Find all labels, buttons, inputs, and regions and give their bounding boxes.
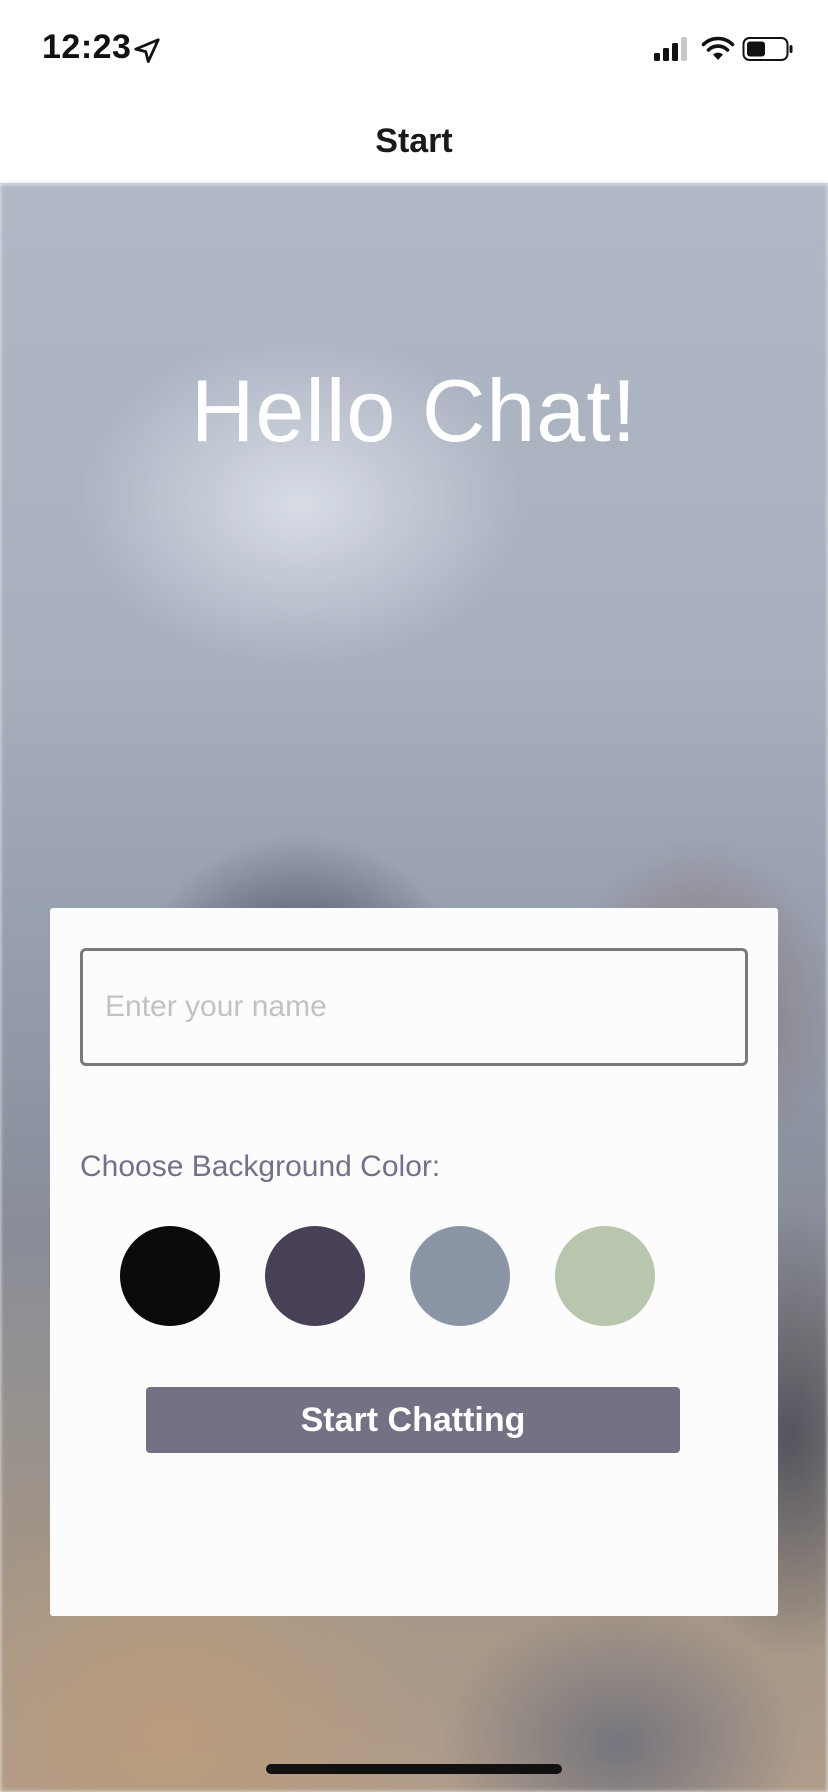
app-title: Hello Chat! [190, 361, 638, 460]
signal-icon [654, 37, 687, 61]
name-input[interactable] [80, 948, 748, 1066]
color-swatch-green[interactable] [555, 1226, 655, 1326]
battery-icon [742, 37, 793, 61]
start-chatting-button[interactable]: Start Chatting [146, 1387, 680, 1453]
start-form-card: Choose Background Color: Start Chatting [50, 908, 778, 1616]
navigation-bar: Start [0, 100, 828, 184]
home-indicator[interactable] [266, 1764, 562, 1774]
location-arrow-icon [134, 38, 160, 63]
color-choice-label: Choose Background Color: [80, 1150, 441, 1183]
color-swatch-black[interactable] [120, 1226, 220, 1326]
color-swatch-gray-blue[interactable] [410, 1226, 510, 1326]
nav-title: Start [375, 122, 453, 160]
status-bar: 12:23 [0, 0, 828, 100]
color-swatch-purple[interactable] [265, 1226, 365, 1326]
wifi-icon [701, 36, 735, 60]
status-time: 12:23 [42, 28, 132, 66]
start-screen: 12:23 Start Hello Chat! Choose Backgroun… [0, 0, 828, 1792]
